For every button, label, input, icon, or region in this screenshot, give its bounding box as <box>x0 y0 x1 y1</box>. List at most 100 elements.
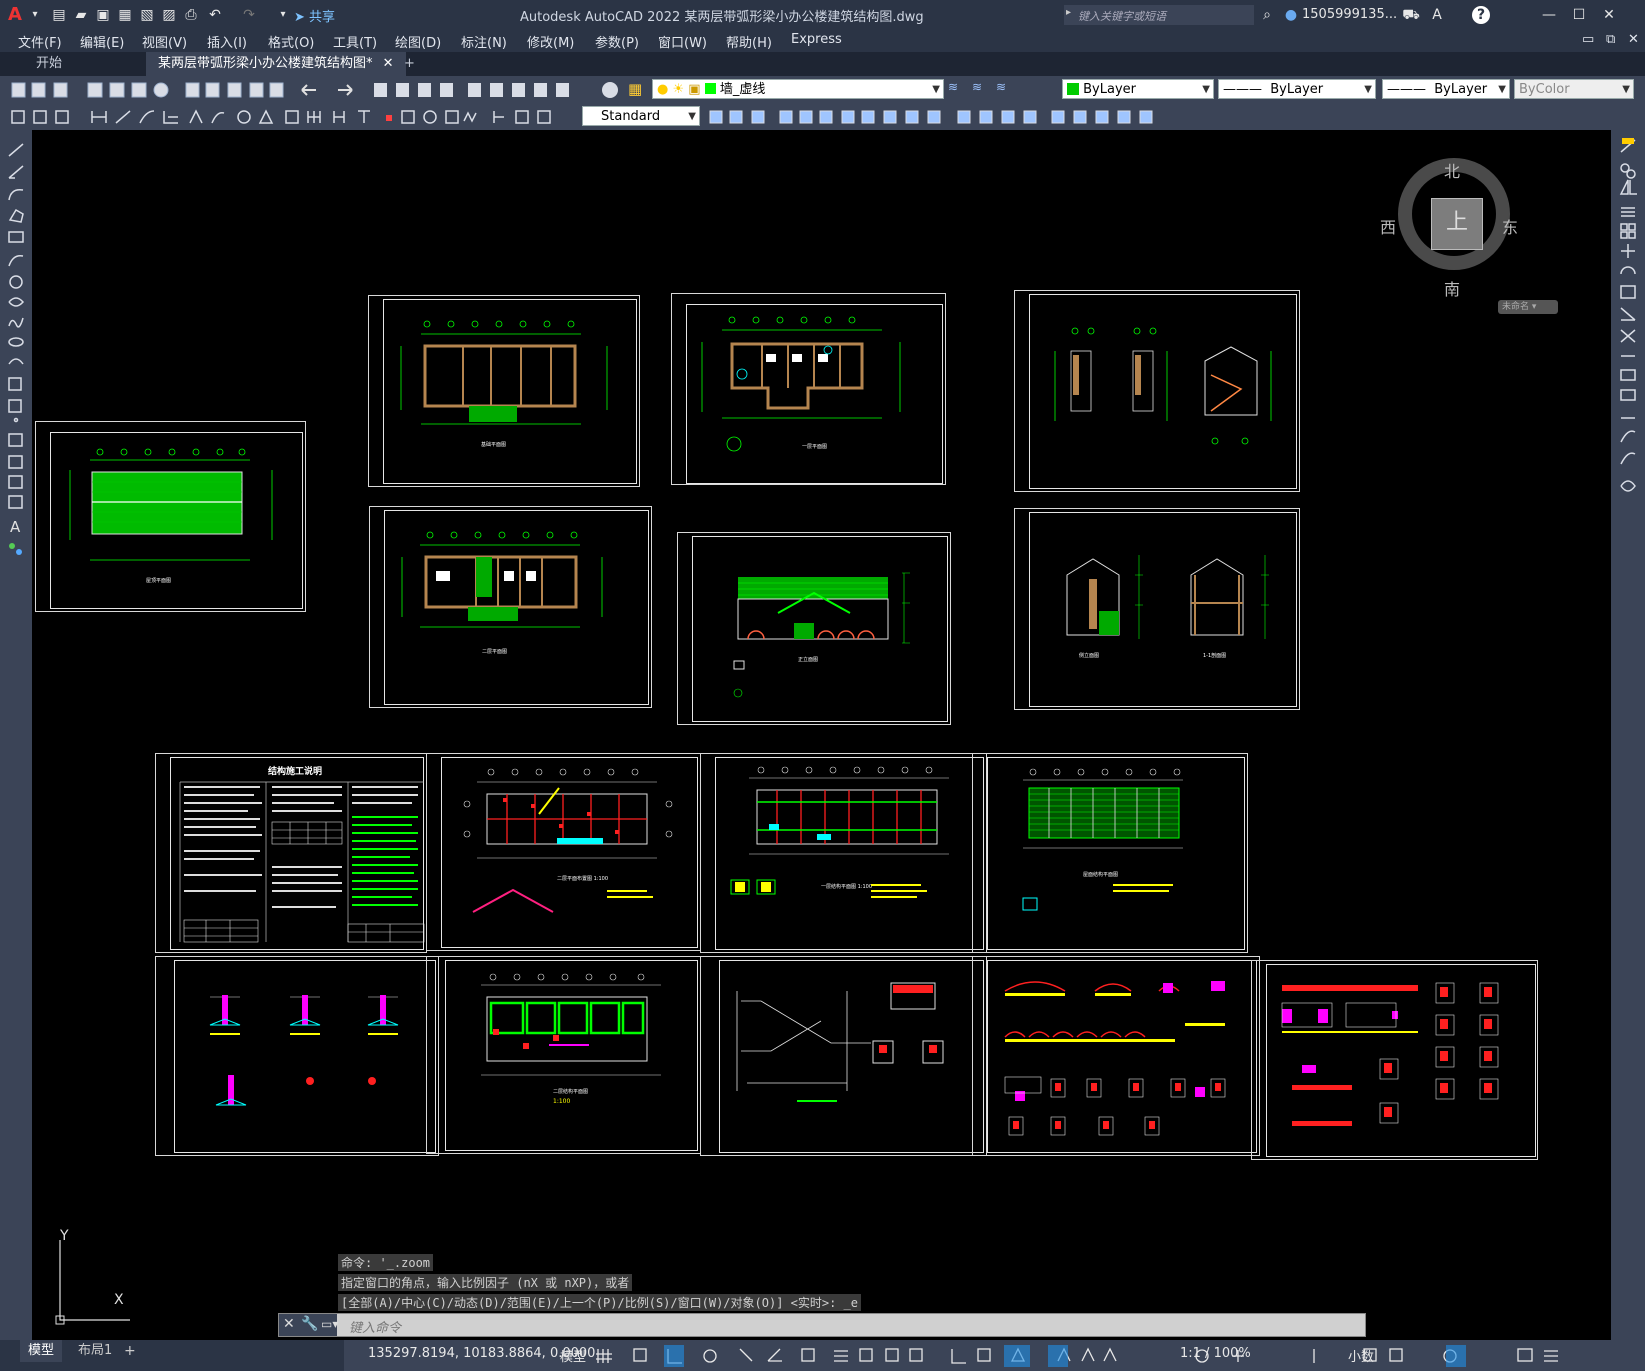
share-button[interactable]: ➤ 共享 <box>294 6 335 25</box>
textstyle-dropdown[interactable]: Standard ▼ <box>582 106 700 126</box>
tab-start[interactable]: 开始 <box>24 52 74 76</box>
app-menu-chevron-icon[interactable]: ▾ <box>26 6 44 24</box>
model-space-canvas[interactable]: 屋顶平面图 基础平面图 一层平面图 二层平面图 正立面图 侧立面图 1-1剖面图… <box>32 130 1611 1340</box>
tab-drawing[interactable]: 某两层带弧形梁小办公楼建筑结构图* ✕ <box>146 52 406 76</box>
search-box[interactable]: ▸ 键入关键字或短语 <box>1064 5 1254 25</box>
undo-icon[interactable]: ↶ <box>206 6 224 24</box>
menu-window[interactable]: 窗口(W) <box>658 32 707 51</box>
drawing-sheet[interactable]: 二层结构平面图 1:100 <box>426 956 701 1154</box>
drawing-sheet[interactable]: 二层平面布置图 1:100 <box>426 753 701 951</box>
redo-icon[interactable]: ↷ <box>240 6 258 24</box>
command-input[interactable]: 键入命令 <box>349 1317 401 1336</box>
command-history-line: 命令: '_.zoom <box>338 1254 434 1271</box>
autocad-logo-icon[interactable]: A <box>6 6 24 24</box>
autodesk-icon[interactable]: A <box>1428 6 1446 24</box>
close-icon[interactable]: ✕ <box>1600 6 1618 24</box>
linetype-dropdown[interactable]: ——— ByLayer ▼ <box>1218 79 1376 99</box>
compass-south[interactable]: 南 <box>1444 276 1460 300</box>
menu-view[interactable]: 视图(V) <box>142 32 187 51</box>
quick-access-chevron-icon[interactable]: ▾ <box>274 6 292 24</box>
menu-edit[interactable]: 编辑(E) <box>80 32 124 51</box>
save-as-icon[interactable]: ▦ <box>116 6 134 24</box>
drawing-sheet[interactable] <box>700 956 987 1156</box>
layer-properties-icon[interactable]: ▦ <box>628 80 646 98</box>
menu-format[interactable]: 格式(O) <box>268 32 314 51</box>
plotstyle-dropdown[interactable]: ByColor ▼ <box>1514 79 1634 99</box>
doc-close-icon[interactable]: ✕ <box>1628 32 1639 47</box>
menu-parametric[interactable]: 参数(P) <box>595 32 639 51</box>
drawing-sheet[interactable]: 二层平面图 <box>369 506 652 708</box>
drawing-sheet[interactable]: 结构施工说明 <box>155 753 427 953</box>
doc-maximize-icon[interactable]: ⧉ <box>1606 32 1615 47</box>
drawing-sheet[interactable]: 侧立面图 1-1剖面图 <box>1014 508 1300 710</box>
drawing-sheet[interactable]: 屋面结构平面图 <box>972 753 1248 953</box>
search-icon[interactable]: ⌕ <box>1258 6 1276 24</box>
ucs-icon <box>55 1240 130 1325</box>
command-recent-icon[interactable]: ▭▾ <box>321 1317 338 1331</box>
lineweight-dropdown[interactable]: ——— ByLayer ▼ <box>1382 79 1510 99</box>
modify-toolbar-side-icons[interactable] <box>1611 130 1645 530</box>
save-icon[interactable]: ▣ <box>94 6 112 24</box>
drawing-sheet[interactable]: 一层结构平面图 1:100 <box>700 753 987 953</box>
units-setting[interactable]: 小数 <box>1348 1346 1374 1365</box>
user-name[interactable]: 1505999135... <box>1302 7 1397 22</box>
new-tab-button[interactable]: + <box>392 52 427 76</box>
command-close-icon[interactable]: ✕ <box>283 1316 295 1332</box>
menu-express[interactable]: Express <box>791 32 842 47</box>
drawing-sheet[interactable] <box>972 956 1260 1156</box>
cart-icon[interactable]: ⛟ <box>1402 6 1420 24</box>
command-customize-icon[interactable]: 🔧 <box>301 1316 318 1332</box>
drawing-sheet[interactable] <box>155 956 439 1156</box>
menu-draw[interactable]: 绘图(D) <box>395 32 441 51</box>
menu-insert[interactable]: 插入(I) <box>207 32 247 51</box>
menu-dimension[interactable]: 标注(N) <box>461 32 507 51</box>
doc-restore-icon[interactable]: ▭ <box>1582 32 1594 47</box>
modify-toolbar-icons[interactable] <box>704 107 1216 127</box>
menu-tools[interactable]: 工具(T) <box>333 32 377 51</box>
save-web-icon[interactable]: ▨ <box>160 6 178 24</box>
drawing-sheet[interactable]: 正立面图 <box>677 532 951 725</box>
annotation-scale[interactable]: 1:1 / 100% <box>1180 1346 1251 1361</box>
drawing-sheet[interactable] <box>1251 960 1538 1160</box>
layer-iso-icon[interactable]: ≋ <box>996 80 1014 98</box>
maximize-icon[interactable]: ☐ <box>1570 6 1588 24</box>
add-layout-button[interactable]: + <box>124 1340 136 1362</box>
drawing-sheet[interactable]: 一层平面图 <box>671 293 946 485</box>
open-web-icon[interactable]: ▧ <box>138 6 156 24</box>
command-line[interactable]: ✕ 🔧 ▭▾ 键入命令 <box>278 1313 1366 1337</box>
menu-modify[interactable]: 修改(M) <box>527 32 574 51</box>
svg-text:结构施工说明: 结构施工说明 <box>268 765 322 777</box>
open-file-icon[interactable]: ▰ <box>72 6 90 24</box>
minimize-icon[interactable]: — <box>1540 6 1558 24</box>
tab-model[interactable]: 模型 <box>20 1340 63 1362</box>
tab-layout1[interactable]: 布局1 <box>70 1340 120 1362</box>
layer-dropdown[interactable]: ● ☀ ▣ 墙_虚线 ▼ <box>652 79 944 99</box>
drawing-sheet[interactable]: 基础平面图 <box>368 295 640 487</box>
user-icon[interactable]: ● <box>1282 6 1300 24</box>
viewcube-top-face[interactable]: 上 <box>1431 198 1483 250</box>
lineweight-sample: ——— <box>1387 82 1435 97</box>
compass-north[interactable]: 北 <box>1444 158 1460 182</box>
status-toggles-icons[interactable] <box>594 1345 1594 1367</box>
command-history-line: 指定窗口的角点，输入比例因子 (nX 或 nXP)，或者 <box>338 1274 633 1291</box>
plot-icon[interactable]: ⎙ <box>182 6 200 24</box>
new-file-icon[interactable]: ▤ <box>50 6 68 24</box>
standard-toolbar-icons[interactable] <box>8 80 648 100</box>
search-input[interactable]: 键入关键字或短语 <box>1078 8 1166 24</box>
dimension-toolbar-icons[interactable] <box>8 107 578 127</box>
color-dropdown[interactable]: ByLayer ▼ <box>1062 79 1214 99</box>
model-space-toggle[interactable]: 模型 <box>560 1346 586 1365</box>
compass-east[interactable]: 东 <box>1502 214 1518 238</box>
draw-toolbar-icons[interactable]: A <box>0 130 32 590</box>
layer-previous-icon[interactable]: ≋ <box>948 80 966 98</box>
drawing-sheet[interactable] <box>1014 290 1300 492</box>
menu-help[interactable]: 帮助(H) <box>726 32 772 51</box>
ucs-menu[interactable]: 未命名 ▾ <box>1498 300 1558 314</box>
compass-west[interactable]: 西 <box>1380 214 1396 238</box>
help-icon[interactable]: ? <box>1472 6 1490 24</box>
drawing-sheet[interactable]: 屋顶平面图 <box>35 421 306 612</box>
layer-match-icon[interactable]: ≋ <box>972 80 990 98</box>
menu-file[interactable]: 文件(F) <box>18 32 62 51</box>
draw-toolbar: A <box>0 130 32 1340</box>
viewcube[interactable]: 上 北 南 东 西 <box>1380 150 1518 310</box>
